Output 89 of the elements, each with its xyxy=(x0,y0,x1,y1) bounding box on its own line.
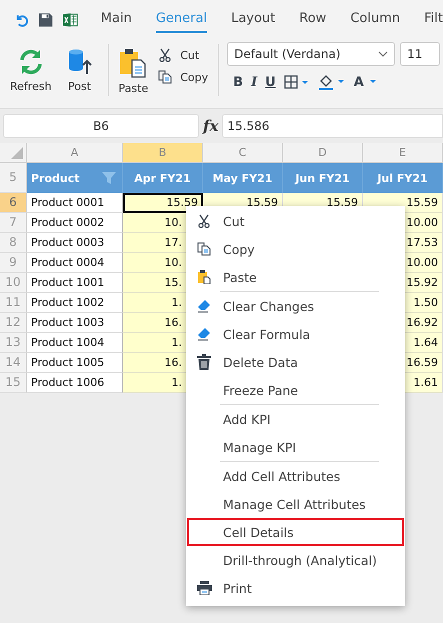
table-cell: 15.92 xyxy=(406,276,438,289)
table-cell: Product 0002 xyxy=(31,216,104,229)
menu-item[interactable]: Cut xyxy=(187,207,404,235)
ribbon-tab[interactable]: Row xyxy=(299,7,326,33)
table-cell: Product 0003 xyxy=(31,236,104,249)
post-button[interactable]: Post xyxy=(62,44,98,96)
menu-item[interactable]: Paste xyxy=(187,263,404,291)
font-size-dropdown[interactable]: 11 xyxy=(400,42,440,66)
trash-icon xyxy=(197,354,211,370)
font-color-button[interactable]: A xyxy=(354,74,378,90)
undo-icon[interactable] xyxy=(14,12,30,28)
clipboard-icon xyxy=(119,48,148,78)
menu-item[interactable]: Clear Formula xyxy=(187,320,404,348)
table-cell: 15.59 xyxy=(326,196,358,209)
column-title: Product xyxy=(27,163,123,193)
font-dropdown[interactable]: Default (Verdana) xyxy=(227,42,396,66)
table-cell: Product 1006 xyxy=(31,376,104,389)
table-cell: 15.59 xyxy=(166,196,198,209)
table-cell: Product 1005 xyxy=(31,356,104,369)
excel-icon[interactable] xyxy=(62,12,78,28)
menu-item[interactable]: Drill-through (Analytical) xyxy=(187,546,404,574)
menu-item[interactable]: Manage KPI xyxy=(187,433,404,461)
menu-item[interactable]: Manage Cell Attributes xyxy=(187,490,404,518)
table-cell: 1.61 xyxy=(414,376,438,389)
table-cell: 16.92 xyxy=(406,316,438,329)
bold-button[interactable]: B xyxy=(233,74,244,90)
copy-button[interactable]: Copy xyxy=(158,70,208,84)
ribbon-tab[interactable]: Filt xyxy=(424,7,443,33)
refresh-button[interactable]: Refresh xyxy=(6,44,56,96)
table-cell: Product 1002 xyxy=(31,296,104,309)
column-title: Jul FY21 xyxy=(363,163,443,193)
scissors-icon xyxy=(158,48,172,62)
table-cell: 1. xyxy=(172,336,182,349)
ribbon-tab[interactable]: Main xyxy=(100,7,132,33)
copy-icon xyxy=(197,242,211,256)
menu-item[interactable]: Copy xyxy=(187,235,404,263)
menu-item[interactable]: Freeze Pane xyxy=(187,376,404,404)
printer-icon xyxy=(197,581,212,595)
menu-item[interactable]: Print xyxy=(187,574,404,602)
table-cell: Product 1001 xyxy=(31,276,104,289)
copy-icon xyxy=(158,70,172,84)
eraser-icon xyxy=(197,299,212,313)
caret-icon xyxy=(368,79,378,85)
save-icon[interactable] xyxy=(38,12,54,28)
cut-button[interactable]: Cut xyxy=(158,48,208,62)
borders-button[interactable] xyxy=(284,75,310,89)
fill-color-button[interactable] xyxy=(318,74,346,90)
row-number[interactable]: 6 xyxy=(0,193,27,213)
formula-field[interactable]: 15.586 xyxy=(222,114,443,138)
table-cell: 16. xyxy=(164,316,182,329)
clipboard-icon xyxy=(197,270,211,284)
table-cell: 17.53 xyxy=(406,236,438,249)
paste-button[interactable]: Paste xyxy=(114,44,152,96)
table-cell: 10. xyxy=(164,216,182,229)
column-title: May FY21 xyxy=(203,163,283,193)
eraser-icon xyxy=(197,327,212,341)
column-title: Jun FY21 xyxy=(283,163,363,193)
table-cell: Product 0004 xyxy=(31,256,104,269)
table-cell: 10.00 xyxy=(406,256,438,269)
menu-item[interactable]: Cell Details xyxy=(187,518,404,546)
table-cell: 15.59 xyxy=(406,196,438,209)
underline-button[interactable]: U xyxy=(265,74,276,90)
column-title: Apr FY21 xyxy=(123,163,203,193)
ribbon-tab[interactable]: Column xyxy=(350,7,400,33)
table-cell: 1.64 xyxy=(414,336,438,349)
cell-reference-field[interactable]: B6 xyxy=(3,114,199,138)
table-cell: 17. xyxy=(164,236,182,249)
table-cell: Product 0001 xyxy=(31,196,104,209)
table-cell: 15.59 xyxy=(246,196,278,209)
table-cell: 15. xyxy=(164,276,182,289)
menu-item[interactable]: Add KPI xyxy=(187,405,404,433)
table-cell: 10. xyxy=(164,256,182,269)
table-cell: 16. xyxy=(164,356,182,369)
menu-item[interactable]: Clear Changes xyxy=(187,292,404,320)
table-cell: 1. xyxy=(172,376,182,389)
table-cell: 1.50 xyxy=(414,296,438,309)
scissors-icon xyxy=(197,214,211,228)
table-cell: Product 1004 xyxy=(31,336,104,349)
triangle-icon xyxy=(10,146,24,160)
table-cell: Product 1003 xyxy=(31,316,104,329)
menu-item[interactable]: Delete Data xyxy=(187,348,404,376)
table-cell: 1. xyxy=(172,296,182,309)
table-cell: 10.00 xyxy=(406,216,438,229)
menu-item[interactable]: Add Cell Attributes xyxy=(187,462,404,490)
ribbon-tab[interactable]: Layout xyxy=(231,7,276,33)
function-label: fx xyxy=(203,117,218,135)
chevron-down-icon xyxy=(378,51,388,57)
table-cell: 16.59 xyxy=(406,356,438,369)
italic-button[interactable]: I xyxy=(251,74,258,90)
